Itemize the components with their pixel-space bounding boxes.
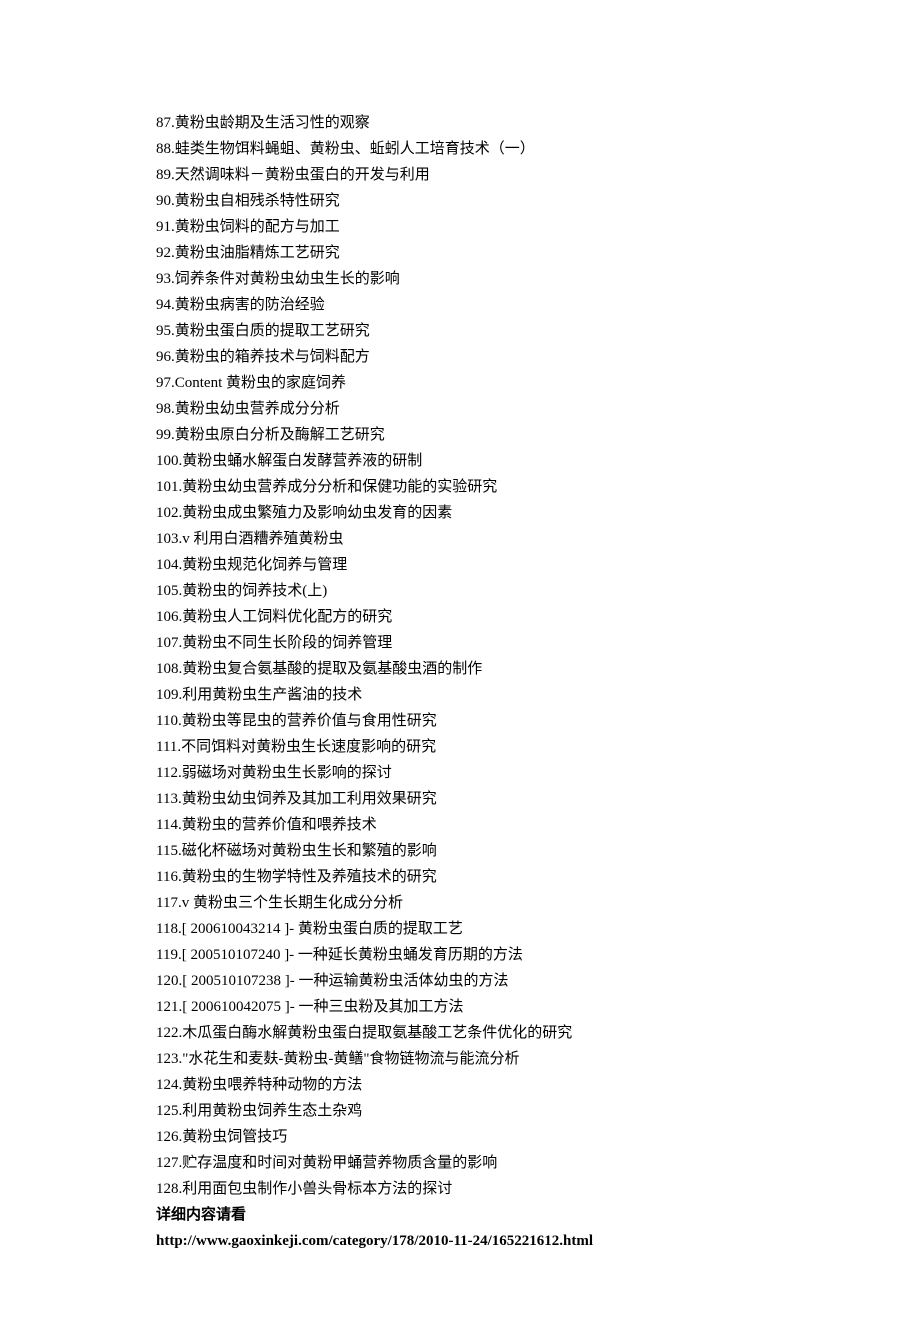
list-item: 92.黄粉虫油脂精炼工艺研究 xyxy=(156,240,764,266)
list-item: 90.黄粉虫自相残杀特性研究 xyxy=(156,188,764,214)
list-item: 113.黄粉虫幼虫饲养及其加工利用效果研究 xyxy=(156,786,764,812)
list-item: 109.利用黄粉虫生产酱油的技术 xyxy=(156,682,764,708)
list-item: 120.[ 200510107238 ]- 一种运输黄粉虫活体幼虫的方法 xyxy=(156,968,764,994)
list-item: 94.黄粉虫病害的防治经验 xyxy=(156,292,764,318)
list-item: 121.[ 200610042075 ]- 一种三虫粉及其加工方法 xyxy=(156,994,764,1020)
list-item: 122.木瓜蛋白酶水解黄粉虫蛋白提取氨基酸工艺条件优化的研究 xyxy=(156,1020,764,1046)
list-item: 126.黄粉虫饲管技巧 xyxy=(156,1124,764,1150)
list-item: 99.黄粉虫原白分析及酶解工艺研究 xyxy=(156,422,764,448)
list-item: 101.黄粉虫幼虫营养成分分析和保健功能的实验研究 xyxy=(156,474,764,500)
list-item: 98.黄粉虫幼虫营养成分分析 xyxy=(156,396,764,422)
list-item: 118.[ 200610043214 ]- 黄粉虫蛋白质的提取工艺 xyxy=(156,916,764,942)
list-item: 106.黄粉虫人工饲料优化配方的研究 xyxy=(156,604,764,630)
list-item: 112.弱磁场对黄粉虫生长影响的探讨 xyxy=(156,760,764,786)
list-item: 116.黄粉虫的生物学特性及养殖技术的研究 xyxy=(156,864,764,890)
list-item: 127.贮存温度和时间对黄粉甲蛹营养物质含量的影响 xyxy=(156,1150,764,1176)
list-item: 89.天然调味料－黄粉虫蛋白的开发与利用 xyxy=(156,162,764,188)
footer-url: http://www.gaoxinkeji.com/category/178/2… xyxy=(156,1228,764,1254)
list-item: 102.黄粉虫成虫繁殖力及影响幼虫发育的因素 xyxy=(156,500,764,526)
list-item: 111.不同饵料对黄粉虫生长速度影响的研究 xyxy=(156,734,764,760)
list-item: 108.黄粉虫复合氨基酸的提取及氨基酸虫酒的制作 xyxy=(156,656,764,682)
list-item: 124.黄粉虫喂养特种动物的方法 xyxy=(156,1072,764,1098)
list-item: 123."水花生和麦麸-黄粉虫-黄鳝"食物链物流与能流分析 xyxy=(156,1046,764,1072)
list-item: 91.黄粉虫饲料的配方与加工 xyxy=(156,214,764,240)
list-item: 119.[ 200510107240 ]- 一种延长黄粉虫蛹发育历期的方法 xyxy=(156,942,764,968)
list-item: 117.v 黄粉虫三个生长期生化成分分析 xyxy=(156,890,764,916)
list-item: 103.v 利用白酒糟养殖黄粉虫 xyxy=(156,526,764,552)
list-item: 104.黄粉虫规范化饲养与管理 xyxy=(156,552,764,578)
footer-label: 详细内容请看 xyxy=(156,1202,764,1228)
list-item: 87.黄粉虫龄期及生活习性的观察 xyxy=(156,110,764,136)
list-item: 93.饲养条件对黄粉虫幼虫生长的影响 xyxy=(156,266,764,292)
list-item: 110.黄粉虫等昆虫的营养价值与食用性研究 xyxy=(156,708,764,734)
list-item: 114.黄粉虫的营养价值和喂养技术 xyxy=(156,812,764,838)
list-item: 95.黄粉虫蛋白质的提取工艺研究 xyxy=(156,318,764,344)
list-item: 88.蛙类生物饵料蝇蛆、黄粉虫、蚯蚓人工培育技术（一） xyxy=(156,136,764,162)
list-item: 97.Content 黄粉虫的家庭饲养 xyxy=(156,370,764,396)
list-item: 105.黄粉虫的饲养技术(上) xyxy=(156,578,764,604)
list-item: 128.利用面包虫制作小兽头骨标本方法的探讨 xyxy=(156,1176,764,1202)
list-item: 107.黄粉虫不同生长阶段的饲养管理 xyxy=(156,630,764,656)
list-item: 96.黄粉虫的箱养技术与饲料配方 xyxy=(156,344,764,370)
list-item: 100.黄粉虫蛹水解蛋白发酵营养液的研制 xyxy=(156,448,764,474)
list-item: 115.磁化杯磁场对黄粉虫生长和繁殖的影响 xyxy=(156,838,764,864)
list-item: 125.利用黄粉虫饲养生态土杂鸡 xyxy=(156,1098,764,1124)
